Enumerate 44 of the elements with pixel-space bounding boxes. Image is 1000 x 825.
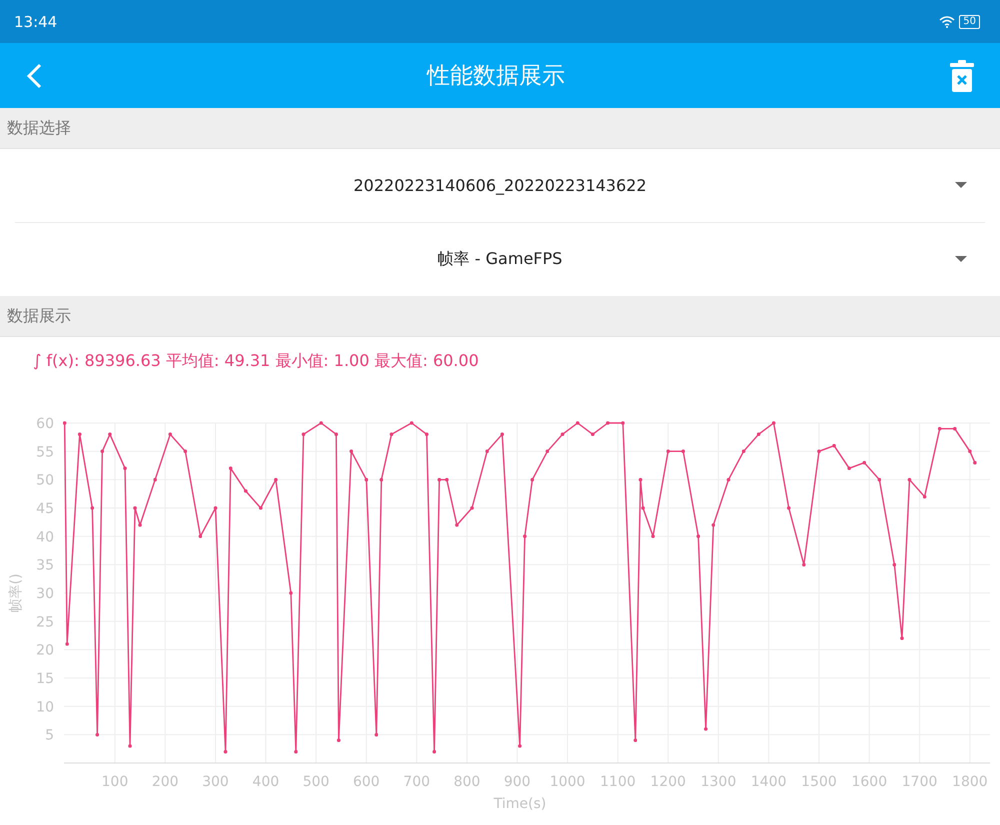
y-axis-tick: 35: [36, 558, 54, 574]
y-axis-tick: 60: [36, 416, 54, 432]
y-axis-tick: 40: [36, 529, 54, 546]
y-axis-tick: 30: [36, 586, 54, 602]
wifi-icon: [939, 16, 956, 28]
y-axis-tick: 55: [36, 444, 54, 460]
chart-summary: ∫ f(x): 89396.63 平均值: 49.31 最小值: 1.00 最大值: 60.00: [32, 350, 480, 372]
x-axis-tick: 1100: [600, 774, 636, 790]
page-title: 性能数据展示: [427, 62, 565, 91]
section-label: 数据选择: [7, 118, 71, 138]
x-axis-tick: 1800: [952, 774, 988, 790]
x-axis-tick: 1400: [750, 774, 787, 790]
y-axis-tick: 20: [36, 642, 54, 659]
x-axis-label: Time(s): [494, 796, 546, 812]
x-axis-tick: 800: [454, 774, 480, 790]
x-axis-tick: 200: [152, 774, 179, 790]
x-axis-tick: 1300: [700, 774, 736, 790]
section-label: 数据展示: [7, 306, 71, 326]
dropdown[interactable]: 20220223140606_20220223143622: [15, 149, 985, 222]
x-axis-tick: 500: [302, 774, 330, 790]
x-axis-tick: 1200: [650, 774, 686, 790]
battery-indicator: 50: [959, 14, 980, 28]
y-axis-label: 帧率(): [8, 574, 24, 612]
status-time: 13:44: [14, 12, 58, 30]
y-axis-tick: 25: [36, 614, 54, 630]
caret-icon: [955, 182, 967, 188]
y-axis-tick: 5: [45, 728, 54, 744]
x-axis-tick: 1000: [550, 774, 586, 790]
y-axis-tick: 45: [36, 501, 54, 517]
x-axis-tick: 100: [102, 774, 128, 790]
x-axis-tick: 1700: [902, 774, 938, 790]
y-axis-tick: 15: [36, 671, 54, 687]
x-axis-tick: 400: [252, 774, 280, 790]
trash-icon[interactable]: [950, 60, 974, 92]
x-axis-tick: 300: [202, 774, 229, 790]
x-axis-tick: 700: [403, 774, 430, 790]
caret-icon: [955, 256, 967, 262]
x-axis-tick: 1600: [851, 774, 888, 790]
x-axis-tick: 900: [504, 774, 531, 790]
x-axis-tick: 1500: [801, 774, 837, 790]
back-icon[interactable]: [26, 62, 42, 88]
y-axis-tick: 50: [36, 472, 54, 489]
x-axis-tick: 600: [353, 774, 380, 790]
y-axis-tick: 10: [36, 699, 54, 716]
